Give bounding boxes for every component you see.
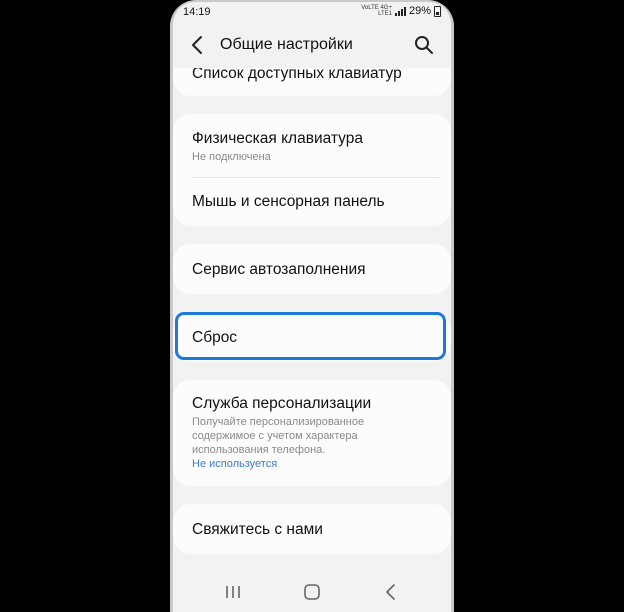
- app-bar-foreground: Общие настройки: [173, 24, 451, 66]
- reset-item[interactable]: Сброс: [192, 329, 435, 347]
- screen: 14:19 VoLTE 4G+ LTE1 29% Общие настройки: [173, 2, 451, 612]
- physical-keyboard-subtitle: Не подключена: [192, 151, 271, 163]
- autofill-service-title: Сервис автозаполнения: [192, 261, 366, 278]
- back-icon: [386, 584, 395, 600]
- status-icons: VoLTE 4G+ LTE1 29%: [361, 5, 441, 17]
- reset-title: Сброс: [192, 329, 238, 346]
- page-title-fg: Общие настройки: [220, 36, 353, 53]
- autofill-service-item[interactable]: Сервис автозаполнения: [192, 261, 435, 279]
- contact-us-title: Свяжитесь с нами: [192, 521, 323, 538]
- search-icon: [415, 36, 433, 54]
- back-button-fg[interactable]: [189, 34, 209, 56]
- network-type-indicator: VoLTE 4G+ LTE1: [361, 5, 392, 17]
- signal-bars-icon: [394, 6, 406, 16]
- settings-group-contact: Свяжитесь с нами: [173, 504, 451, 554]
- search-button-fg[interactable]: [413, 34, 435, 56]
- physical-keyboard-item[interactable]: Физическая клавиатура Не подключена: [192, 130, 435, 164]
- nav-back-button[interactable]: [379, 580, 403, 604]
- recents-button[interactable]: [221, 580, 245, 604]
- chevron-left-icon: [192, 36, 202, 54]
- settings-group-autofill: Сервис автозаполнения: [173, 244, 451, 294]
- battery-icon: [434, 5, 441, 17]
- home-icon: [304, 584, 320, 600]
- contact-us-item[interactable]: Свяжитесь с нами: [192, 521, 435, 539]
- settings-group-personalization: Служба персонализации Получайте персонал…: [173, 380, 451, 486]
- battery-percentage: 29%: [408, 5, 431, 17]
- status-bar: 14:19 VoLTE 4G+ LTE1 29%: [173, 2, 451, 22]
- settings-group-input-devices: Физическая клавиатура Не подключена Мышь…: [173, 114, 451, 226]
- personalization-desc-line2: содержимое с учетом характера: [192, 430, 358, 442]
- personalization-service-item[interactable]: Служба персонализации Получайте персонал…: [192, 395, 435, 470]
- settings-group-reset: Сброс: [173, 312, 451, 362]
- personalization-title: Служба персонализации: [192, 395, 372, 412]
- navigation-bar: [173, 572, 451, 612]
- recents-icon: [226, 586, 240, 598]
- mouse-touchpad-item[interactable]: Мышь и сенсорная панель: [192, 193, 435, 211]
- personalization-desc-line3: использования телефона.: [192, 444, 326, 456]
- network-type-bottom: LTE1: [378, 11, 392, 17]
- divider: [192, 177, 439, 178]
- personalization-status: Не используется: [192, 458, 278, 470]
- status-time: 14:19: [183, 6, 211, 18]
- personalization-desc-line1: Получайте персонализированное: [192, 416, 365, 428]
- physical-keyboard-title: Физическая клавиатура: [192, 130, 363, 147]
- home-button[interactable]: [300, 580, 324, 604]
- mouse-touchpad-title: Мышь и сенсорная панель: [192, 193, 385, 210]
